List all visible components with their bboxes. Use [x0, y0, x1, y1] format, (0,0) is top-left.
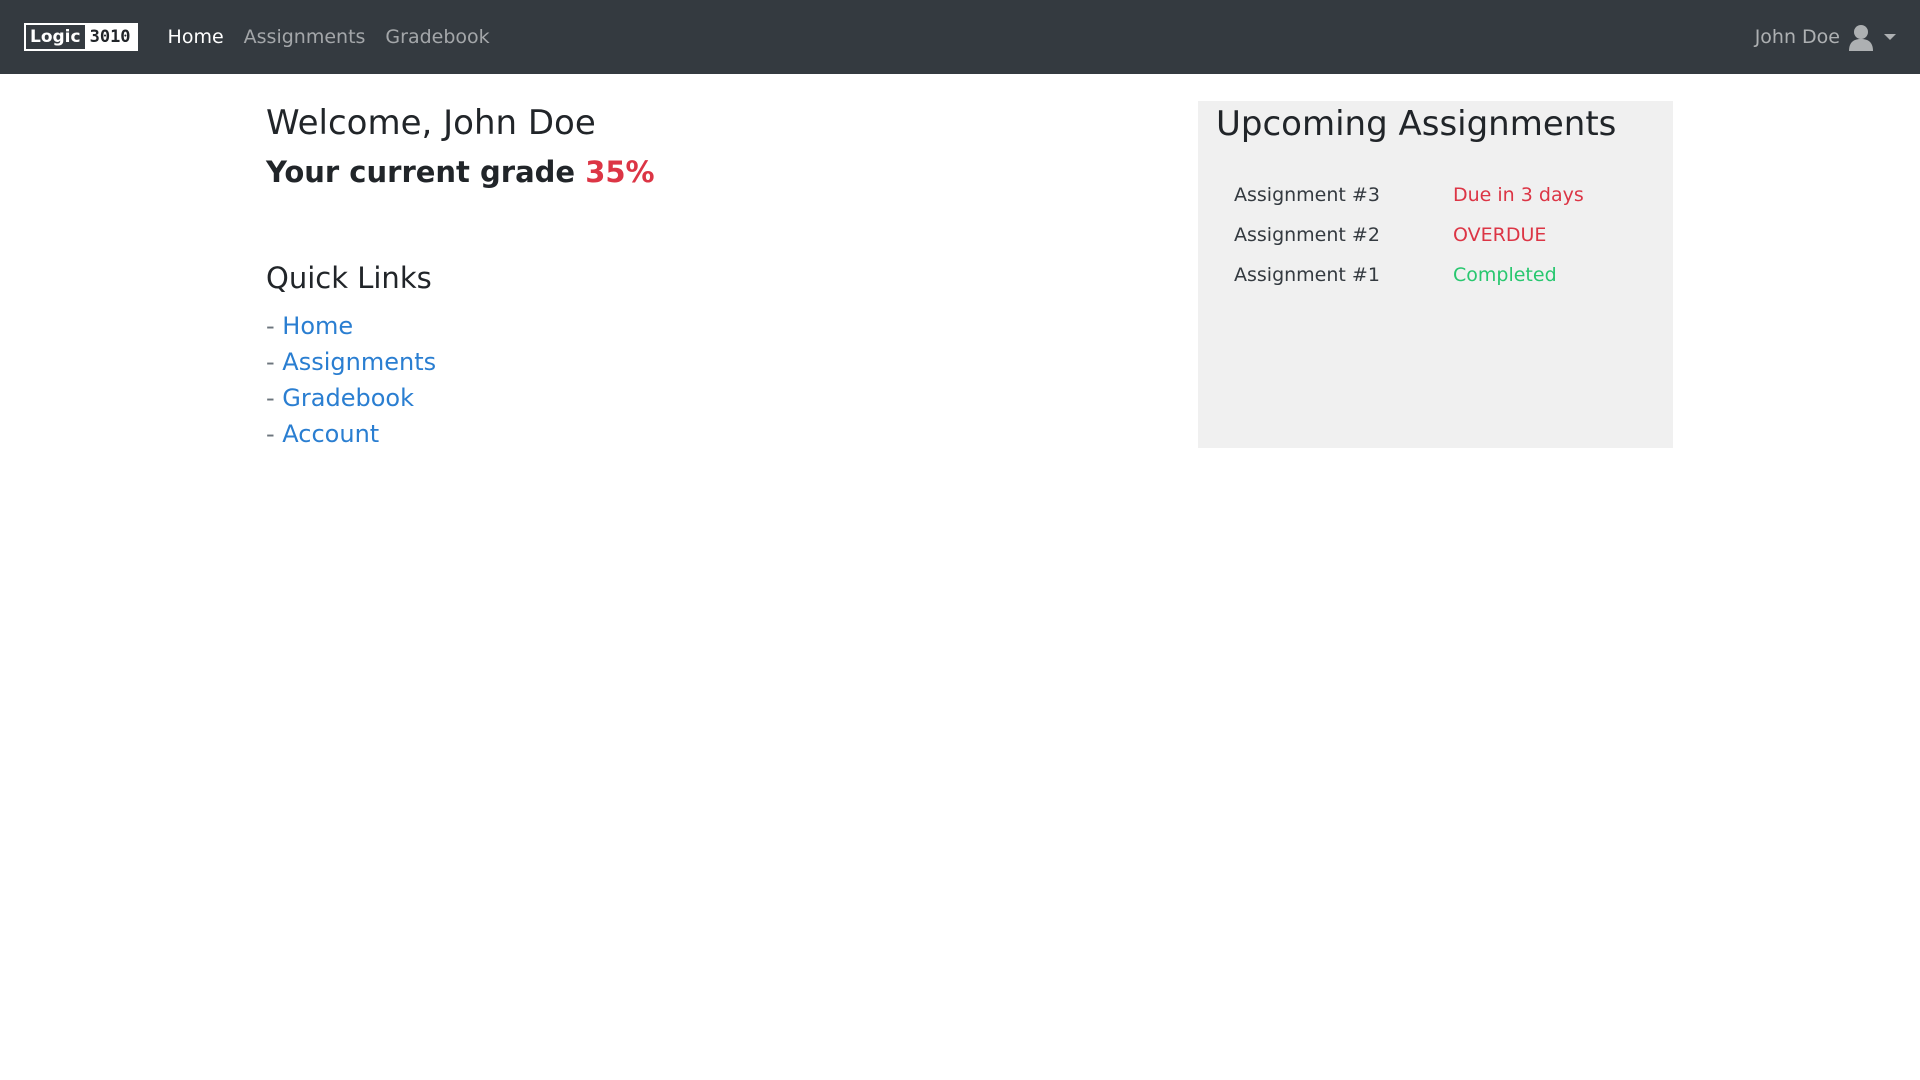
grade-label: Your current grade [266, 155, 576, 189]
grade-value: 35% [585, 155, 655, 189]
top-navbar: Logic 3010 Home Assignments Gradebook Jo… [0, 0, 1920, 74]
upcoming-assignments-panel: Upcoming Assignments Assignment #3 Due i… [1198, 101, 1673, 448]
nav-link-home[interactable]: Home [168, 26, 224, 48]
current-grade: Your current grade 35% [266, 152, 966, 192]
user-avatar-icon [1848, 23, 1874, 51]
assignment-status: Due in 3 days [1453, 184, 1584, 206]
quick-link-bullet: - [266, 348, 283, 376]
table-row[interactable]: Assignment #1 Completed [1234, 255, 1584, 295]
brand-logo-text-right: 3010 [84, 25, 136, 49]
main-content: Welcome, John Doe Your current grade 35%… [266, 100, 966, 452]
welcome-heading: Welcome, John Doe [266, 103, 596, 143]
upcoming-assignments-title: Upcoming Assignments [1216, 104, 1617, 144]
quick-links-list: - Home - Assignments - Gradebook - Accou… [266, 308, 966, 452]
user-menu-dropdown[interactable]: John Doe [1755, 23, 1896, 51]
quick-link-account[interactable]: Account [282, 420, 379, 448]
brand-logo-text-left: Logic [26, 25, 85, 49]
assignment-name: Assignment #1 [1234, 264, 1380, 286]
nav-link-gradebook[interactable]: Gradebook [385, 26, 489, 48]
user-name: John Doe [1754, 26, 1840, 48]
brand-logo[interactable]: Logic 3010 [24, 23, 138, 51]
quick-link-bullet: - [266, 420, 283, 448]
quick-link-item: - Assignments [266, 344, 966, 380]
quick-link-home[interactable]: Home [282, 312, 353, 340]
quick-link-gradebook[interactable]: Gradebook [282, 384, 414, 412]
quick-link-bullet: - [266, 384, 283, 412]
table-row[interactable]: Assignment #2 OVERDUE [1234, 215, 1584, 255]
quick-link-item: - Account [266, 416, 966, 452]
table-row[interactable]: Assignment #3 Due in 3 days [1234, 175, 1584, 215]
quick-link-bullet: - [266, 312, 283, 340]
quick-link-assignments[interactable]: Assignments [282, 348, 436, 376]
assignment-status: OVERDUE [1453, 224, 1547, 246]
assignment-name: Assignment #2 [1234, 224, 1380, 246]
nav-link-assignments[interactable]: Assignments [244, 26, 366, 48]
quick-link-item: - Gradebook [266, 380, 966, 416]
quick-link-item: - Home [266, 308, 966, 344]
chevron-down-icon [1884, 34, 1896, 40]
nav-links: Home Assignments Gradebook [168, 26, 510, 48]
quick-links-title: Quick Links [266, 261, 432, 295]
assignment-status: Completed [1453, 264, 1557, 286]
upcoming-assignments-table: Assignment #3 Due in 3 days Assignment #… [1234, 175, 1584, 295]
assignment-name: Assignment #3 [1234, 184, 1380, 206]
